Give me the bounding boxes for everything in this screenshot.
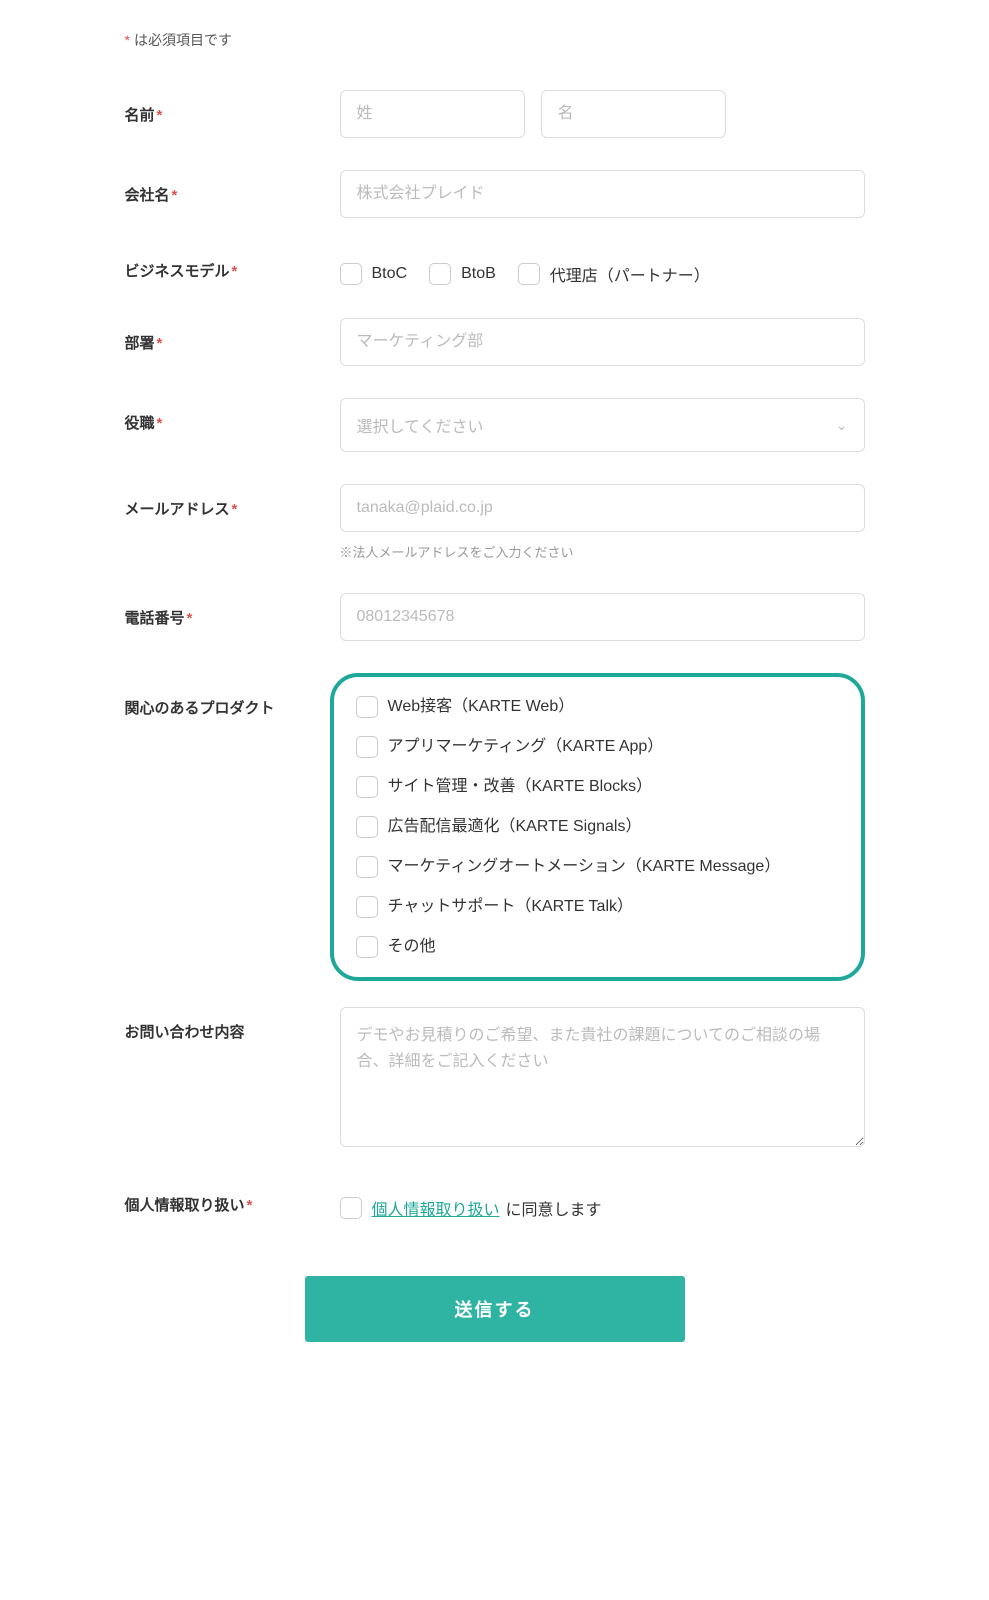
product-option[interactable]: サイト管理・改善（KARTE Blocks）	[356, 775, 839, 799]
label-email: メールアドレス*	[125, 484, 340, 519]
first-name-input[interactable]	[541, 90, 726, 138]
checkbox-icon[interactable]	[356, 816, 378, 838]
business-model-option[interactable]: 代理店（パートナー）	[518, 262, 710, 286]
product-option[interactable]: Web接客（KARTE Web）	[356, 695, 839, 719]
label-name: 名前*	[125, 90, 340, 125]
chevron-down-icon: ⌄	[836, 417, 848, 434]
last-name-input[interactable]	[340, 90, 525, 138]
product-highlight-box: Web接客（KARTE Web） アプリマーケティング（KARTE App） サ…	[330, 673, 865, 981]
checkbox-icon[interactable]	[429, 263, 451, 285]
checkbox-icon[interactable]	[356, 776, 378, 798]
product-option[interactable]: マーケティングオートメーション（KARTE Message）	[356, 855, 839, 879]
privacy-link[interactable]: 個人情報取り扱い	[372, 1202, 500, 1219]
company-input[interactable]	[340, 170, 865, 218]
checkbox-icon[interactable]	[340, 263, 362, 285]
department-input[interactable]	[340, 318, 865, 366]
required-note: *は必須項目です	[125, 30, 865, 50]
product-options: Web接客（KARTE Web） アプリマーケティング（KARTE App） サ…	[356, 695, 839, 959]
business-model-option[interactable]: BtoC	[340, 263, 408, 285]
label-position: 役職*	[125, 398, 340, 433]
business-model-options: BtoC BtoB 代理店（パートナー）	[340, 250, 865, 286]
label-inquiry: お問い合わせ内容	[125, 1007, 340, 1042]
label-products: 関心のあるプロダクト	[125, 673, 340, 718]
email-helper: ※法人メールアドレスをご入力ください	[340, 542, 865, 561]
label-privacy: 個人情報取り扱い*	[125, 1184, 340, 1215]
checkbox-icon[interactable]	[340, 1197, 362, 1219]
checkbox-icon[interactable]	[356, 736, 378, 758]
submit-button[interactable]: 送信する	[305, 1276, 685, 1342]
inquiry-textarea[interactable]	[340, 1007, 865, 1147]
privacy-agree[interactable]: 個人情報取り扱いに同意します	[340, 1196, 602, 1220]
product-option[interactable]: 広告配信最適化（KARTE Signals）	[356, 815, 839, 839]
label-department: 部署*	[125, 318, 340, 353]
product-option[interactable]: アプリマーケティング（KARTE App）	[356, 735, 839, 759]
checkbox-icon[interactable]	[356, 856, 378, 878]
email-input[interactable]	[340, 484, 865, 532]
product-option[interactable]: チャットサポート（KARTE Talk）	[356, 895, 839, 919]
phone-input[interactable]	[340, 593, 865, 641]
asterisk-icon: *	[125, 32, 130, 48]
business-model-option[interactable]: BtoB	[429, 263, 496, 285]
position-select[interactable]: 選択してください ⌄	[340, 398, 865, 452]
checkbox-icon[interactable]	[518, 263, 540, 285]
product-option[interactable]: その他	[356, 935, 839, 959]
label-business-model: ビジネスモデル*	[125, 250, 340, 281]
checkbox-icon[interactable]	[356, 936, 378, 958]
checkbox-icon[interactable]	[356, 696, 378, 718]
label-company: 会社名*	[125, 170, 340, 205]
checkbox-icon[interactable]	[356, 896, 378, 918]
label-phone: 電話番号*	[125, 593, 340, 628]
